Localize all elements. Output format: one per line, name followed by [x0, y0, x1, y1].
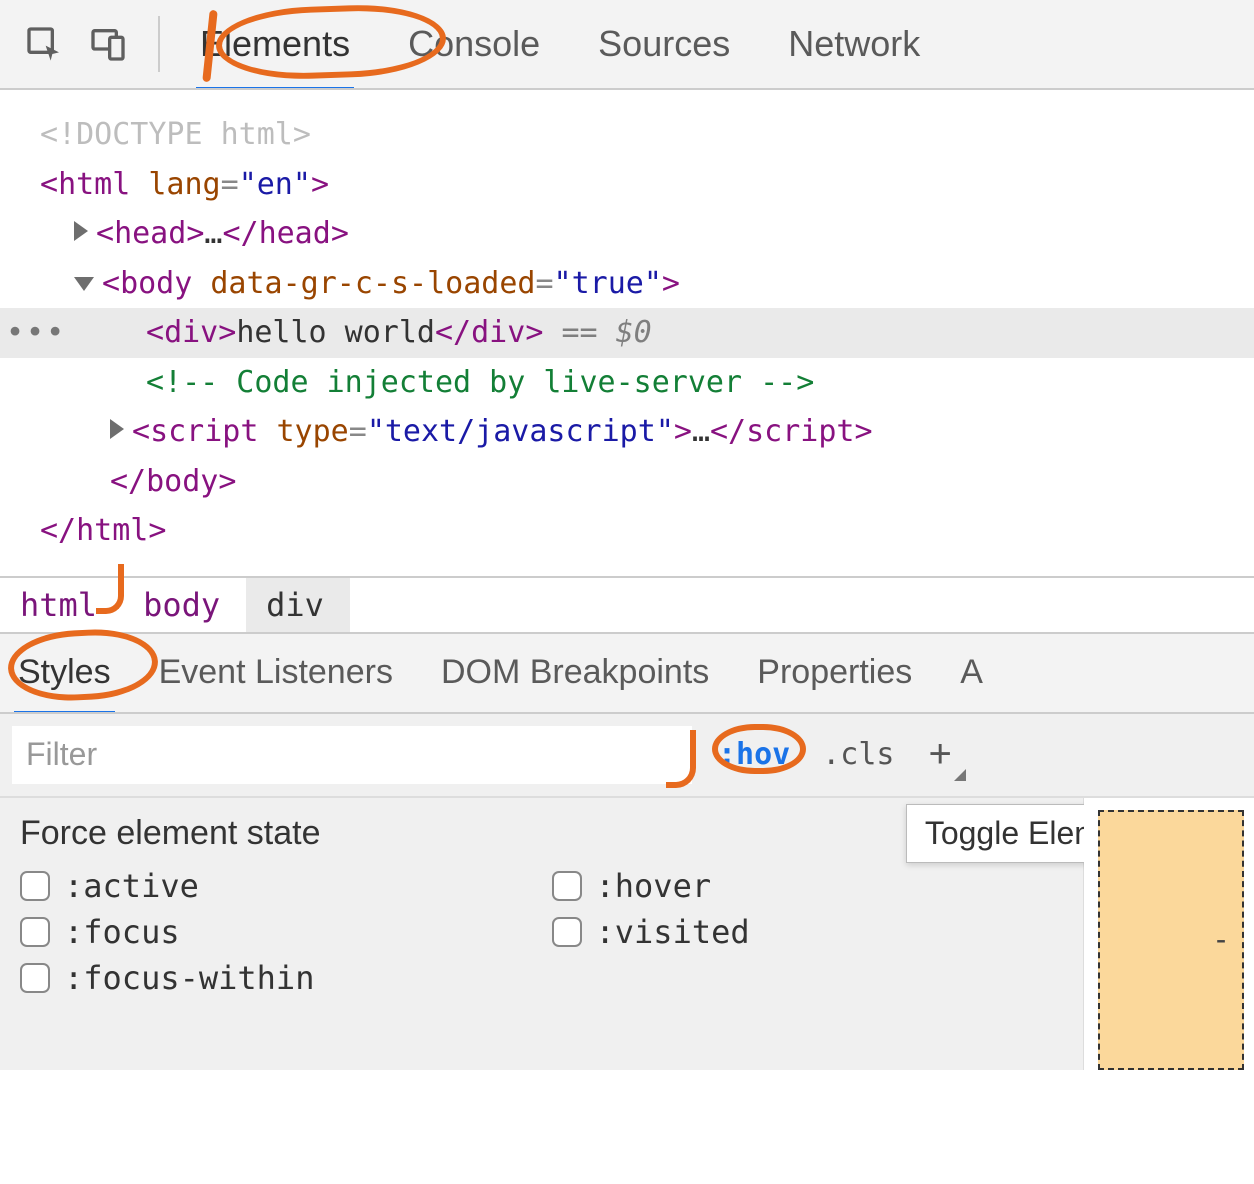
dom-tree[interactable]: <!DOCTYPE html> <html lang="en"> <head>…… — [0, 90, 1254, 576]
styles-filter-input[interactable] — [12, 726, 692, 784]
checkbox-icon[interactable] — [20, 917, 50, 947]
ellipsis-icon[interactable]: ••• — [6, 308, 66, 358]
dom-html-close[interactable]: </html> — [40, 506, 1254, 556]
collapse-icon[interactable] — [74, 277, 94, 291]
force-state-focus-within[interactable]: :focus-within — [20, 959, 532, 997]
breadcrumb: html body div — [0, 576, 1254, 632]
new-style-rule-button[interactable]: + — [921, 732, 960, 777]
subtab-dom-breakpoints[interactable]: DOM Breakpoints — [437, 653, 713, 692]
force-state-hover[interactable]: :hover — [552, 867, 1064, 905]
breadcrumb-item[interactable]: body — [123, 578, 246, 632]
checkbox-icon[interactable] — [20, 871, 50, 901]
force-state-active[interactable]: :active — [20, 867, 532, 905]
dom-html-open[interactable]: <html lang="en"> — [40, 160, 1254, 210]
inspect-element-icon[interactable] — [24, 24, 64, 64]
toggle-cls-button[interactable]: .cls — [816, 733, 900, 776]
dom-comment[interactable]: <!-- Code injected by live-server --> — [40, 358, 1254, 408]
subtab-accessibility[interactable]: A — [956, 653, 987, 692]
toggle-hov-button[interactable]: :hov — [712, 733, 796, 776]
dom-body-open[interactable]: <body data-gr-c-s-loaded="true"> — [40, 259, 1254, 309]
device-toolbar-icon[interactable] — [88, 24, 128, 64]
toolbar-separator — [158, 16, 160, 72]
checkbox-icon[interactable] — [20, 963, 50, 993]
main-tabs: Elements Console Sources Network — [190, 23, 924, 65]
force-state-focus[interactable]: :focus — [20, 913, 532, 951]
breadcrumb-item[interactable]: html — [0, 578, 123, 632]
styles-header: :hov .cls + Toggle Element State — [0, 714, 1254, 798]
breadcrumb-item-selected[interactable]: div — [246, 578, 350, 632]
box-model-preview: - — [1084, 798, 1254, 1070]
dom-body-close[interactable]: </body> — [40, 457, 1254, 507]
tab-elements[interactable]: Elements — [196, 23, 354, 65]
dom-head[interactable]: <head>…</head> — [40, 209, 1254, 259]
force-state-visited[interactable]: :visited — [552, 913, 1064, 951]
expand-icon[interactable] — [74, 221, 88, 241]
styles-subtabs: Styles Event Listeners DOM Breakpoints P… — [0, 632, 1254, 714]
tab-network[interactable]: Network — [784, 23, 924, 65]
dom-script[interactable]: <script type="text/javascript">…</script… — [40, 407, 1254, 457]
dom-selected-node[interactable]: ••• <div>hello world</div> == $0 — [0, 308, 1254, 358]
tab-sources[interactable]: Sources — [594, 23, 734, 65]
dom-doctype[interactable]: <!DOCTYPE html> — [40, 110, 1254, 160]
tab-console[interactable]: Console — [404, 23, 544, 65]
subtab-event-listeners[interactable]: Event Listeners — [155, 653, 397, 692]
checkbox-icon[interactable] — [552, 871, 582, 901]
devtools-toolbar: Elements Console Sources Network — [0, 0, 1254, 90]
expand-icon[interactable] — [110, 419, 124, 439]
subtab-styles[interactable]: Styles — [14, 653, 115, 692]
subtab-properties[interactable]: Properties — [753, 653, 916, 692]
dropdown-corner-icon — [954, 769, 966, 781]
checkbox-icon[interactable] — [552, 917, 582, 947]
